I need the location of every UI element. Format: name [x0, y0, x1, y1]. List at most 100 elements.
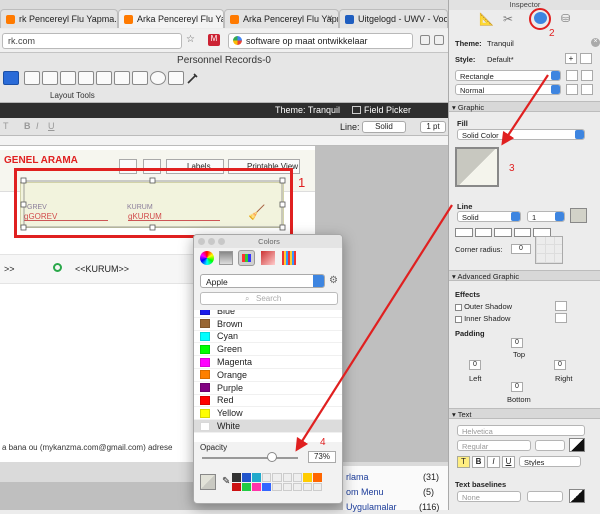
shadow-settings-icon[interactable] [555, 313, 567, 323]
underline-button[interactable]: U [48, 121, 55, 131]
color-row[interactable]: Yellow [194, 407, 342, 421]
color-row[interactable]: Purple [194, 382, 342, 395]
list-item[interactable]: rlama (31) [343, 472, 448, 484]
paint-icon[interactable] [581, 84, 593, 95]
ruler-toggle-icon[interactable]: T [3, 121, 9, 131]
color-row[interactable]: Orange [194, 369, 342, 382]
color-row[interactable]: Red [194, 395, 342, 408]
padding-bottom-field[interactable]: 0 [511, 382, 523, 392]
browser-tab-bar: rk Pencereyl Flu Yapma.. - Filemakerturk… [0, 0, 448, 28]
oval-tool-icon[interactable] [150, 71, 166, 85]
padding-top-field[interactable]: 0 [511, 338, 523, 348]
object-type-select[interactable]: Rectangle [455, 70, 561, 81]
eyedropper-icon[interactable] [186, 71, 202, 85]
outer-shadow-checkbox[interactable]: Outer Shadow [455, 302, 545, 312]
padding-right-field[interactable]: 0 [554, 360, 566, 370]
italic-button[interactable]: I [36, 121, 39, 131]
line-style-select[interactable]: Solid [362, 121, 406, 133]
browser-tab-active[interactable]: Arka Pencereyl Flu Yapma.. - Filemakertu… [118, 9, 224, 28]
text-section-header[interactable]: ▾ Text [449, 408, 600, 419]
font-style-select[interactable]: Regular [457, 440, 531, 451]
search-field[interactable]: software op maat ontwikkelaar [228, 33, 413, 49]
eyedropper-icon[interactable] [566, 70, 578, 81]
bold-button[interactable]: B [24, 121, 31, 131]
browser-tab[interactable]: Arka Pencereyl Flu Yapma.. - Filemakertu… [224, 9, 339, 28]
shadow-settings-icon[interactable] [555, 301, 567, 311]
tab-control-icon[interactable] [96, 71, 112, 85]
opacity-slider-knob[interactable] [267, 452, 278, 462]
browser-tab[interactable]: Uitgelogd - UWV - Voor Pa... [339, 9, 448, 28]
color-wheel-icon[interactable] [200, 251, 214, 265]
star-icon[interactable]: ☆ [186, 34, 195, 45]
popover-tool-icon[interactable] [78, 71, 94, 85]
paint-icon[interactable] [581, 70, 593, 81]
advanced-graphic-section-header[interactable]: ▾ Advanced Graphic [449, 270, 600, 281]
close-icon[interactable]: × [591, 38, 600, 47]
line-color-well[interactable] [570, 208, 587, 223]
eyedropper-icon[interactable]: ✎ [222, 476, 230, 487]
baseline-color-well[interactable] [569, 489, 585, 503]
image-palettes-icon[interactable] [261, 251, 275, 265]
color-row[interactable]: Cyan [194, 331, 342, 344]
corner-preview[interactable] [535, 236, 563, 264]
line-width-select[interactable]: 1 pt [420, 121, 446, 133]
baseline-select[interactable]: None [457, 491, 521, 502]
gmail-icon[interactable]: M [208, 34, 220, 46]
pointer-tool[interactable] [3, 71, 19, 85]
chart-tool-icon[interactable] [168, 71, 184, 85]
color-row[interactable]: Brown [194, 318, 342, 331]
position-tab-icon[interactable]: 📐 [479, 12, 494, 26]
field-picker-button[interactable]: Field Picker [364, 105, 411, 115]
portal-tool-icon[interactable] [132, 71, 148, 85]
crayons-icon[interactable] [282, 251, 296, 265]
eyedropper-icon[interactable] [566, 84, 578, 95]
color-search-input[interactable]: ⌕ Search [200, 292, 338, 305]
field-tool-icon[interactable] [42, 71, 58, 85]
corner-radius-field[interactable]: 0 [511, 244, 531, 254]
appearance-tab-icon[interactable]: ✂ [503, 12, 513, 26]
opacity-value-field[interactable]: 73% [308, 451, 336, 463]
list-item[interactable]: Uygulamalar (116) [343, 502, 448, 514]
inner-shadow-checkbox[interactable]: Inner Shadow [455, 314, 545, 324]
style-menu-icon[interactable] [580, 53, 592, 64]
line-style-select[interactable]: Solid [457, 211, 521, 222]
color-row[interactable]: Green [194, 343, 342, 357]
opacity-slider-track[interactable] [202, 457, 298, 459]
baseline-width-select[interactable] [527, 491, 563, 502]
swatch-grid[interactable] [232, 473, 322, 491]
bookmark-icon[interactable] [420, 35, 430, 45]
color-list[interactable]: Blue Brown Cyan Green Magenta Orange Purple Red… [194, 310, 342, 442]
data-tab-icon[interactable]: ⛁ [561, 12, 570, 25]
color-palettes-icon[interactable] [238, 250, 255, 266]
text-styles-select[interactable]: Styles [519, 456, 581, 467]
font-size-select[interactable] [535, 440, 565, 451]
graphic-section-header[interactable]: ▾ Graphic [449, 101, 600, 112]
state-select[interactable]: Normal [455, 84, 561, 95]
color-row[interactable]: Magenta [194, 356, 342, 369]
fill-type-select[interactable]: Solid Color [457, 129, 585, 140]
color-row[interactable]: White [194, 420, 342, 433]
browser-tab[interactable]: rk Pencereyl Flu Yapma.. - Filemakerturk… [0, 9, 118, 28]
current-color-well[interactable] [200, 474, 216, 490]
download-icon[interactable] [434, 35, 444, 45]
google-icon [233, 36, 242, 45]
url-field[interactable]: rk.com [2, 33, 182, 49]
text-format-buttons[interactable]: T B I U [457, 456, 515, 468]
font-select[interactable]: Helvetica [457, 425, 585, 436]
text-color-well[interactable] [569, 438, 585, 452]
palette-select[interactable]: Apple [200, 274, 325, 288]
text-tool-icon[interactable] [24, 71, 40, 85]
close-tab-icon[interactable]: × [327, 13, 333, 24]
line-width-select[interactable]: 1 [527, 211, 565, 222]
color-sliders-icon[interactable] [219, 251, 233, 265]
list-item[interactable]: om Menu (5) [343, 487, 448, 499]
styles-tab-icon[interactable] [534, 12, 547, 24]
gear-icon[interactable]: ⚙ [329, 275, 338, 286]
color-row[interactable]: Blue [194, 310, 342, 318]
magnifier-icon[interactable] [53, 263, 62, 272]
slide-control-icon[interactable] [114, 71, 130, 85]
new-style-icon[interactable]: + [565, 53, 577, 64]
fill-color-well[interactable] [455, 147, 499, 187]
padding-left-field[interactable]: 0 [469, 360, 481, 370]
button-tool-icon[interactable] [60, 71, 76, 85]
